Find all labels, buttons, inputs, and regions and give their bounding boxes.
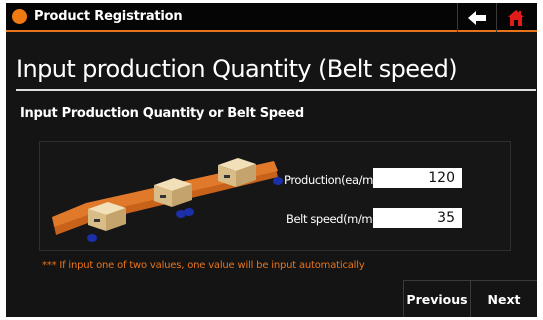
next-button[interactable]: Next xyxy=(470,280,537,317)
production-input[interactable] xyxy=(373,168,462,188)
belt-speed-label: Belt speed(m/min) xyxy=(286,212,387,226)
previous-button[interactable]: Previous xyxy=(403,280,470,317)
arrow-left-icon xyxy=(468,10,486,25)
title-underline xyxy=(16,89,536,91)
belt-speed-input[interactable] xyxy=(373,208,462,228)
title-bar: Product Registration xyxy=(6,3,537,32)
back-button[interactable] xyxy=(458,3,496,32)
status-dot-icon xyxy=(12,9,27,24)
previous-label: Previous xyxy=(406,291,468,307)
screen: Product Registration Input production Qu… xyxy=(6,3,537,317)
production-label: Production(ea/min) xyxy=(284,173,387,187)
conveyor-belt-illustration xyxy=(52,158,283,242)
window-title: Product Registration xyxy=(34,9,183,24)
page-title: Input production Quantity (Belt speed) xyxy=(16,55,458,83)
section-subtitle: Input Production Quantity or Belt Speed xyxy=(20,106,304,121)
home-button[interactable] xyxy=(497,3,535,32)
home-icon xyxy=(508,9,524,26)
next-label: Next xyxy=(487,291,521,307)
info-note: *** If input one of two values, one valu… xyxy=(42,260,365,271)
